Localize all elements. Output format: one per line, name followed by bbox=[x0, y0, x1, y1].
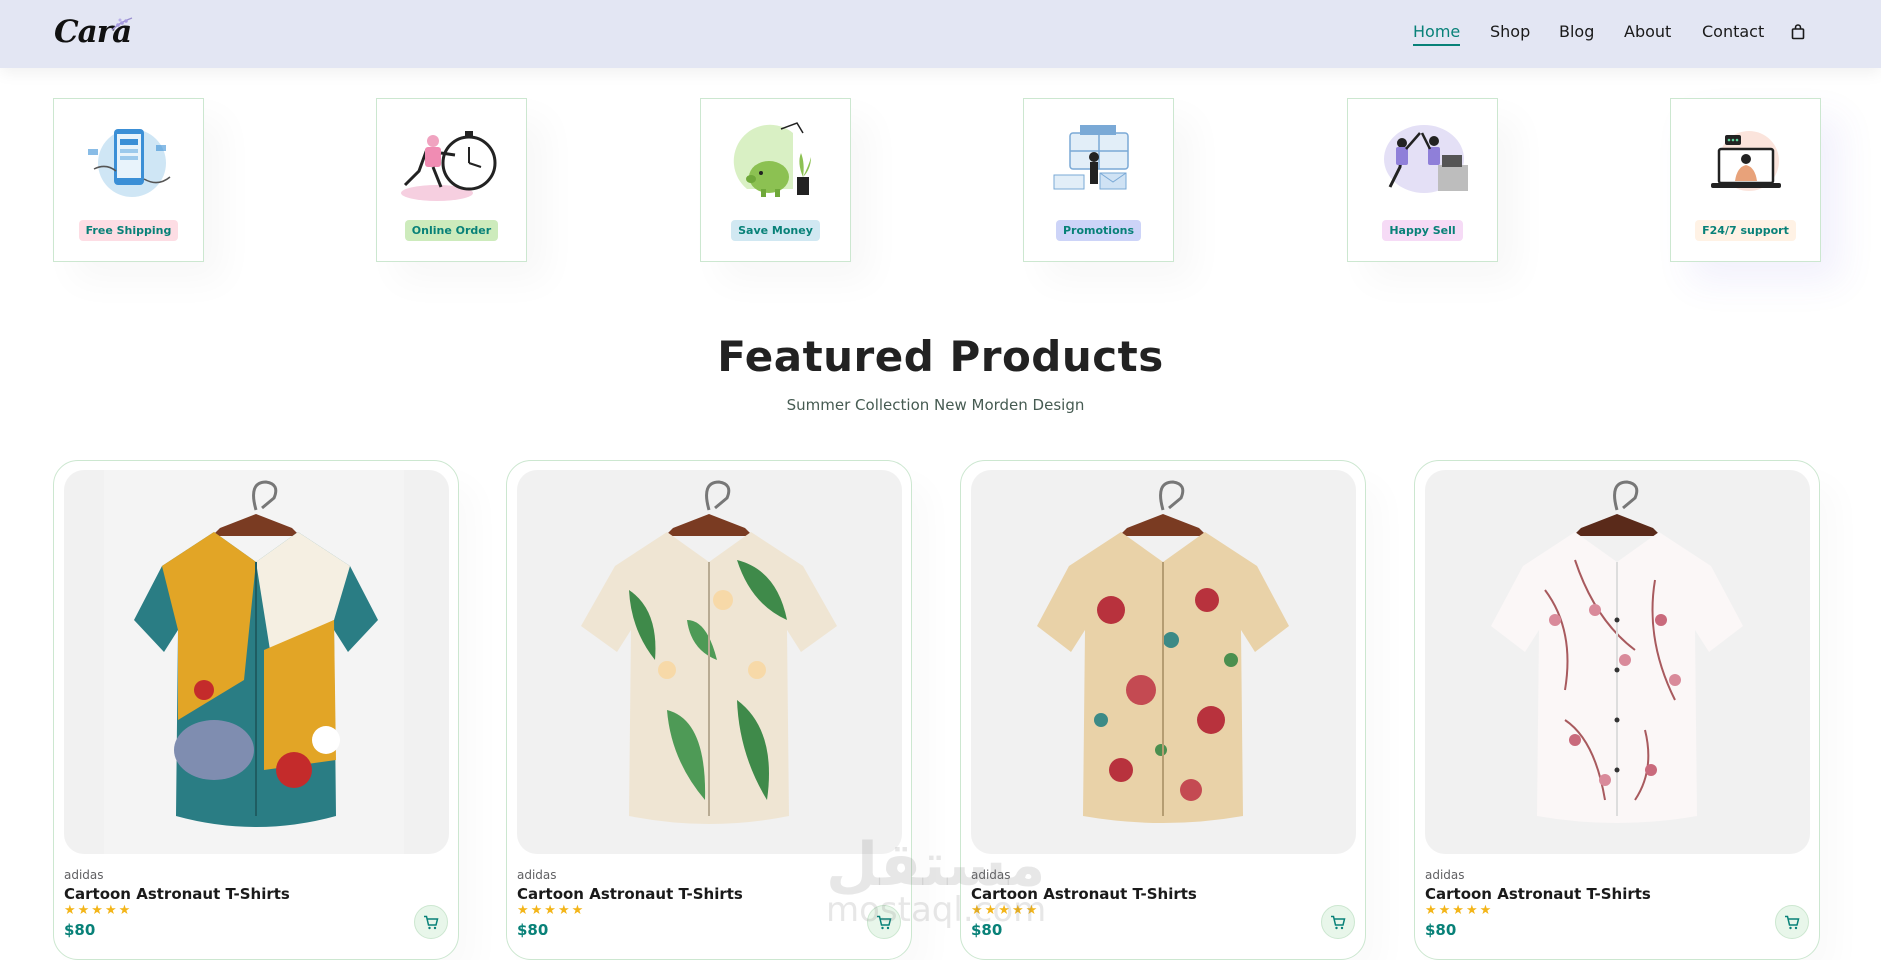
nav-about[interactable]: About bbox=[1624, 22, 1671, 41]
feature-label: Save Money bbox=[731, 220, 820, 241]
product-name[interactable]: Cartoon Astronaut T-Shirts bbox=[1425, 885, 1651, 903]
feature-box-promotions: Promotions bbox=[1023, 98, 1174, 262]
nav-home[interactable]: Home bbox=[1413, 22, 1461, 46]
cart-icon bbox=[424, 915, 439, 929]
feature-label: Online Order bbox=[404, 220, 499, 241]
shopping-bag-icon[interactable] bbox=[1791, 24, 1805, 40]
product-price: $80 bbox=[1425, 921, 1457, 939]
feature-label: F24/7 support bbox=[1695, 220, 1796, 241]
product-card[interactable]: adidas Cartoon Astronaut T-Shirts ★★★★★ … bbox=[53, 460, 459, 960]
product-price: $80 bbox=[64, 921, 96, 939]
tropical-leaf-shirt bbox=[581, 480, 837, 824]
star-rating: ★★★★★ bbox=[971, 903, 1040, 918]
feature-box-support: F24/7 support bbox=[1670, 98, 1821, 262]
product-name[interactable]: Cartoon Astronaut T-Shirts bbox=[971, 885, 1197, 903]
nav-contact[interactable]: Contact bbox=[1702, 22, 1764, 41]
section-title: Featured Products bbox=[717, 332, 1164, 381]
site-header: Cara Home Shop Blog About Contact bbox=[0, 0, 1881, 68]
nav-blog[interactable]: Blog bbox=[1559, 22, 1594, 41]
feature-label: Happy Sell bbox=[1382, 220, 1463, 241]
logo-leaf-icon bbox=[111, 17, 133, 31]
product-name[interactable]: Cartoon Astronaut T-Shirts bbox=[517, 885, 743, 903]
cart-icon bbox=[1785, 915, 1800, 929]
cart-icon bbox=[1331, 915, 1346, 929]
feature-box-online-order: Online Order bbox=[376, 98, 527, 262]
product-image[interactable] bbox=[517, 470, 902, 854]
star-rating: ★★★★★ bbox=[517, 903, 586, 918]
section-subtitle: Summer Collection New Morden Design bbox=[786, 396, 1085, 414]
high-five-illustration bbox=[1384, 125, 1468, 193]
piggy-bank-illustration bbox=[733, 122, 811, 197]
product-card[interactable]: adidas Cartoon Astronaut T-Shirts ★★★★★ … bbox=[1414, 460, 1820, 960]
pink-blossom-shirt bbox=[1491, 480, 1743, 823]
laptop-support-illustration bbox=[1711, 131, 1781, 191]
product-image[interactable] bbox=[1425, 470, 1810, 854]
product-brand: adidas bbox=[517, 868, 557, 882]
product-image[interactable] bbox=[64, 470, 449, 854]
feature-box-free-shipping: Free Shipping bbox=[53, 98, 204, 262]
product-price: $80 bbox=[517, 921, 549, 939]
star-rating: ★★★★★ bbox=[64, 903, 133, 918]
feature-label: Free Shipping bbox=[78, 220, 179, 241]
add-to-cart-button[interactable] bbox=[414, 905, 448, 939]
multicolor-abstract-shirt bbox=[104, 470, 404, 854]
floral-print-shirt bbox=[1037, 480, 1289, 823]
promotions-illustration bbox=[1053, 125, 1129, 190]
product-brand: adidas bbox=[64, 868, 104, 882]
feature-label: Promotions bbox=[1055, 220, 1142, 241]
star-rating: ★★★★★ bbox=[1425, 903, 1494, 918]
product-brand: adidas bbox=[971, 868, 1011, 882]
product-card[interactable]: adidas Cartoon Astronaut T-Shirts ★★★★★ … bbox=[506, 460, 912, 960]
feature-box-happy-sell: Happy Sell bbox=[1347, 98, 1498, 262]
product-name[interactable]: Cartoon Astronaut T-Shirts bbox=[64, 885, 290, 903]
add-to-cart-button[interactable] bbox=[1775, 905, 1809, 939]
product-card[interactable]: adidas Cartoon Astronaut T-Shirts ★★★★★ … bbox=[960, 460, 1366, 960]
product-price: $80 bbox=[971, 921, 1003, 939]
product-image[interactable] bbox=[971, 470, 1356, 854]
feature-box-save-money: Save Money bbox=[700, 98, 851, 262]
cart-icon bbox=[877, 915, 892, 929]
add-to-cart-button[interactable] bbox=[1321, 905, 1355, 939]
stopwatch-runner-illustration bbox=[401, 131, 497, 201]
product-brand: adidas bbox=[1425, 868, 1465, 882]
nav-shop[interactable]: Shop bbox=[1490, 22, 1530, 41]
add-to-cart-button[interactable] bbox=[867, 905, 901, 939]
phone-delivery-illustration bbox=[88, 129, 171, 197]
